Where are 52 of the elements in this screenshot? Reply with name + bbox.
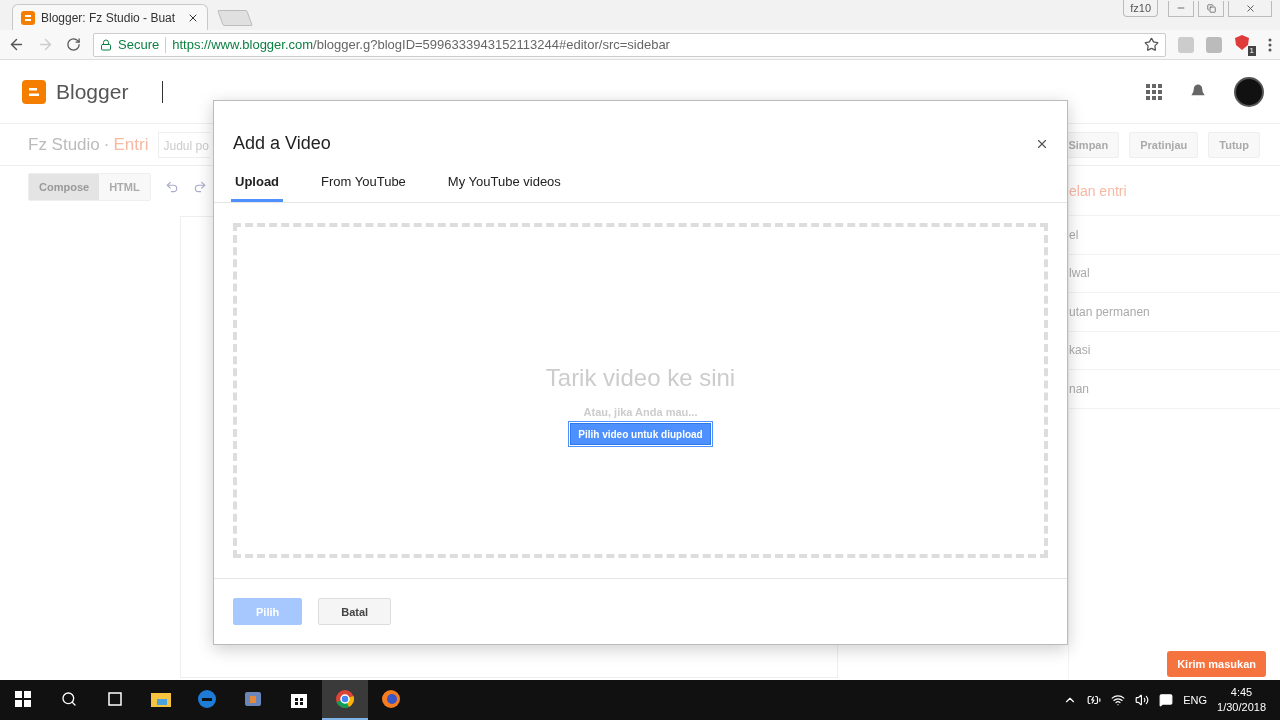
- sidebar-item[interactable]: utan permanen: [1069, 293, 1280, 332]
- chrome-icon[interactable]: [335, 689, 355, 709]
- tab-title: Blogger: Fz Studio - Buat: [41, 10, 177, 25]
- action-button[interactable]: Tutup: [1208, 131, 1260, 158]
- sidebar-item[interactable]: lwal: [1069, 254, 1280, 293]
- reload-icon[interactable]: [66, 37, 81, 52]
- extension-badge: 1: [1247, 45, 1256, 56]
- app-name: Blogger: [56, 79, 129, 104]
- notifications-icon[interactable]: [1188, 81, 1208, 102]
- dialog-button[interactable]: Batal: [318, 598, 392, 625]
- profile-button[interactable]: fz10: [1123, 0, 1158, 17]
- dialog-title: Add a Video: [233, 133, 331, 154]
- mode-tab[interactable]: HTML: [99, 174, 150, 200]
- blog-name: Fz Studio: [28, 134, 100, 155]
- shield-icon[interactable]: [1234, 33, 1250, 51]
- url-text: https://www.blogger.com/blogger.g?blogID=5996333943152113244#editor/src=sidebar: [172, 37, 671, 52]
- task-view-icon[interactable]: [106, 692, 124, 706]
- section-title: Entri: [113, 134, 149, 155]
- close-icon[interactable]: [1244, 2, 1256, 14]
- sidebar-item[interactable]: nan: [1069, 370, 1280, 409]
- choose-video-button[interactable]: Pilih video untuk diupload: [570, 423, 711, 445]
- dialog-tab[interactable]: My YouTube videos: [443, 174, 565, 202]
- sidebar-heading: elan entri: [1069, 166, 1280, 216]
- browser-tab[interactable]: Blogger: Fz Studio - Buat: [12, 4, 208, 30]
- lock-icon: [100, 38, 112, 51]
- blogger-logo-icon: [22, 79, 46, 104]
- search-icon[interactable]: [61, 691, 77, 707]
- sidebar-item[interactable]: kasi: [1069, 331, 1280, 370]
- address-bar[interactable]: Secure https://www.blogger.com/blogger.g?blogID=5996333943152113244#editor/src=sidebar: [93, 32, 1166, 57]
- avatar[interactable]: [1234, 76, 1264, 107]
- clock[interactable]: 4:45 1/30/2018: [1217, 685, 1266, 715]
- wifi-icon[interactable]: [1111, 693, 1126, 707]
- apps-grid-icon[interactable]: [1146, 83, 1162, 100]
- windows-start-icon[interactable]: [15, 691, 31, 707]
- blogger-logo-icon: [21, 10, 35, 25]
- back-icon[interactable]: [8, 36, 25, 53]
- dialog-tab[interactable]: Upload: [231, 174, 284, 202]
- folder-icon[interactable]: [151, 691, 171, 707]
- action-button[interactable]: Pratinjau: [1129, 131, 1199, 158]
- notification-icon[interactable]: [1159, 693, 1174, 707]
- separator: ·: [103, 134, 110, 155]
- security-label: Secure: [118, 37, 160, 52]
- battery-icon[interactable]: [1087, 693, 1102, 707]
- sidebar-item[interactable]: el: [1069, 216, 1280, 255]
- language-indicator[interactable]: ENG: [1183, 694, 1208, 706]
- mode-tab[interactable]: Compose: [29, 174, 100, 200]
- menu-icon[interactable]: [1268, 37, 1272, 52]
- volume-icon[interactable]: [1135, 693, 1150, 707]
- film-icon[interactable]: [243, 689, 263, 709]
- bookmark-star-icon[interactable]: [1144, 37, 1159, 52]
- dialog-tab[interactable]: From YouTube: [317, 174, 410, 202]
- feedback-button[interactable]: Kirim masukan: [1167, 651, 1266, 677]
